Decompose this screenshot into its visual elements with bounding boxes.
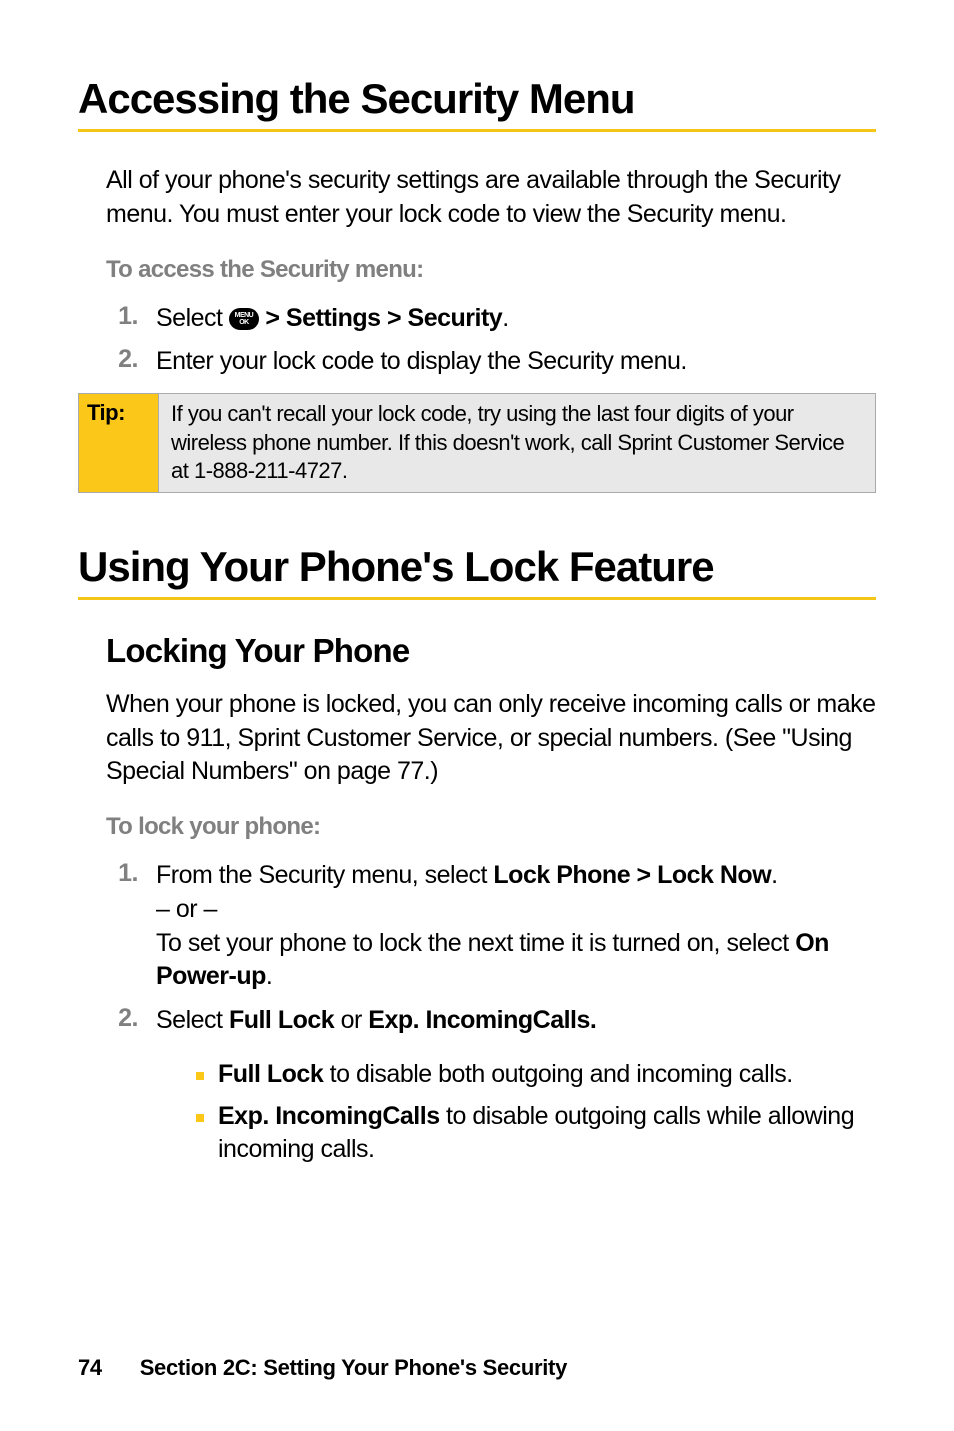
step-body: Select Full Lock or Exp. IncomingCalls.: [156, 1004, 876, 1038]
step-text-before: Select: [156, 304, 229, 332]
bullet-after: to disable both outgoing and incoming ca…: [323, 1060, 793, 1088]
step-body: Enter your lock code to display the Secu…: [156, 345, 876, 379]
menu-ok-icon: MENUOK: [229, 308, 259, 330]
step-text-before: To set your phone to lock the next time …: [156, 929, 795, 957]
step-item: 1. Select MENUOK > Settings > Security.: [106, 302, 876, 336]
step-text-bold: Exp. IncomingCalls.: [368, 1006, 596, 1034]
step-text-after: .: [266, 962, 272, 990]
step-body: Select MENUOK > Settings > Security.: [156, 302, 876, 336]
heading-underline: [78, 597, 876, 600]
page-heading-lock-feature: Using Your Phone's Lock Feature: [78, 543, 876, 591]
step-item: 2. Select Full Lock or Exp. IncomingCall…: [106, 1004, 876, 1038]
body-paragraph: When your phone is locked, you can only …: [106, 688, 876, 789]
step-text-before: Select: [156, 1006, 229, 1034]
step-text-bold: Lock Phone > Lock Now: [493, 861, 771, 889]
step-text-after: .: [502, 304, 508, 332]
page-heading-accessing-security: Accessing the Security Menu: [78, 75, 876, 123]
page-footer: 74 Section 2C: Setting Your Phone's Secu…: [78, 1355, 567, 1381]
bullet-marker-icon: [196, 1058, 218, 1092]
step-or-text: – or –: [156, 895, 217, 923]
bullet-body: Exp. IncomingCalls to disable outgoing c…: [218, 1100, 876, 1168]
step-text-bold: Full Lock: [229, 1006, 334, 1034]
step-body: From the Security menu, select Lock Phon…: [156, 859, 876, 994]
step-text-after: .: [771, 861, 777, 889]
bullet-item: Exp. IncomingCalls to disable outgoing c…: [196, 1100, 876, 1168]
bullet-marker-icon: [196, 1100, 218, 1168]
page-number: 74: [78, 1355, 102, 1380]
step-number: 1.: [106, 859, 156, 994]
subhead-access-security: To access the Security menu:: [106, 256, 876, 284]
step-item: 1. From the Security menu, select Lock P…: [106, 859, 876, 994]
step-text-mid: or: [334, 1006, 368, 1034]
step-item: 2. Enter your lock code to display the S…: [106, 345, 876, 379]
step-text-bold: > Settings > Security: [259, 304, 502, 332]
tip-body: If you can't recall your lock code, try …: [159, 394, 875, 492]
footer-section-title: Section 2C: Setting Your Phone's Securit…: [140, 1355, 567, 1380]
tip-box: Tip: If you can't recall your lock code,…: [78, 393, 876, 493]
step-number: 2.: [106, 1004, 156, 1038]
intro-paragraph: All of your phone's security settings ar…: [106, 164, 876, 232]
subheading-locking-phone: Locking Your Phone: [106, 632, 876, 670]
bullet-bold: Exp. IncomingCalls: [218, 1102, 440, 1130]
bullet-bold: Full Lock: [218, 1060, 323, 1088]
menu-icon-top: MENU: [235, 312, 254, 319]
step-number: 1.: [106, 302, 156, 336]
tip-label: Tip:: [79, 394, 159, 492]
bullet-item: Full Lock to disable both outgoing and i…: [196, 1058, 876, 1092]
bullet-body: Full Lock to disable both outgoing and i…: [218, 1058, 876, 1092]
subhead-lock-phone: To lock your phone:: [106, 813, 876, 841]
step-text-before: From the Security menu, select: [156, 861, 493, 889]
heading-underline: [78, 129, 876, 132]
step-number: 2.: [106, 345, 156, 379]
menu-icon-bottom: OK: [239, 319, 249, 326]
